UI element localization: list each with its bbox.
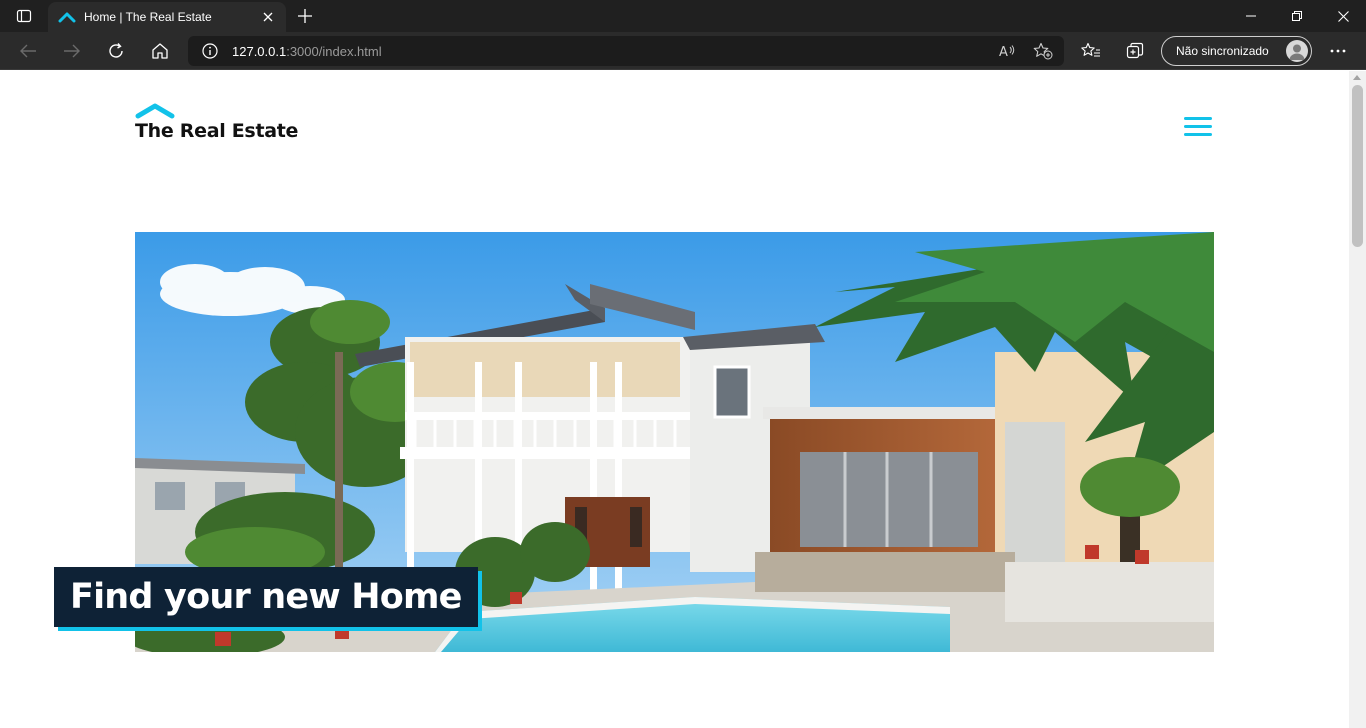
minimize-icon	[1246, 15, 1256, 17]
star-add-icon[interactable]	[1032, 41, 1054, 61]
arrow-left-icon	[20, 44, 36, 58]
refresh-icon	[109, 43, 123, 58]
url-host: 127.0.0.1	[232, 43, 287, 59]
favorites-button[interactable]	[1075, 35, 1107, 67]
forward-button[interactable]	[56, 35, 88, 67]
restore-button[interactable]	[1274, 0, 1320, 32]
hamburger-line	[1184, 116, 1212, 120]
home-button[interactable]	[144, 35, 176, 67]
site-logo[interactable]: The Real Estate	[135, 103, 298, 142]
browser-tab-active[interactable]: Home | The Real Estate	[48, 2, 286, 32]
refresh-button[interactable]	[100, 35, 132, 67]
tab-title: Home | The Real Estate	[84, 10, 212, 24]
avatar	[1286, 40, 1308, 62]
scroll-up-arrow[interactable]	[1353, 75, 1361, 80]
close-window-button[interactable]	[1320, 0, 1366, 32]
hamburger-menu-button[interactable]	[1184, 115, 1212, 137]
plus-icon	[298, 9, 312, 23]
profile-status: Não sincronizado	[1176, 44, 1269, 58]
favorites-icon	[1081, 42, 1100, 57]
collections-button[interactable]	[1119, 35, 1151, 67]
close-icon[interactable]	[260, 9, 276, 25]
hamburger-line	[1184, 124, 1212, 128]
browser-titlebar: Home | The Real Estate	[0, 0, 1366, 32]
roof-logo-icon	[135, 103, 175, 119]
tab-actions-icon[interactable]	[8, 4, 40, 28]
info-icon[interactable]	[200, 41, 220, 61]
collections-icon	[1126, 42, 1144, 59]
hero-headline-box: Find your new Home	[54, 567, 478, 627]
page-scrollbar[interactable]	[1349, 71, 1366, 728]
profile-button[interactable]: Não sincronizado	[1161, 36, 1312, 66]
hamburger-line	[1184, 132, 1212, 136]
restore-icon	[1292, 11, 1302, 21]
read-aloud-icon[interactable]: A	[996, 41, 1018, 61]
brand-name: The Real Estate	[135, 120, 299, 142]
home-icon	[152, 43, 168, 59]
url-path: :3000/index.html	[286, 43, 382, 59]
hero-headline: Find your new Home	[70, 577, 462, 617]
minimize-button[interactable]	[1228, 0, 1274, 32]
new-tab-button[interactable]	[292, 4, 318, 28]
settings-menu-button[interactable]	[1322, 35, 1354, 67]
close-icon	[1337, 10, 1349, 22]
page-viewport: The Real Estate Find your new Home	[0, 71, 1349, 728]
more-icon	[1330, 49, 1346, 53]
back-button[interactable]	[12, 35, 44, 67]
arrow-right-icon	[64, 44, 80, 58]
address-bar[interactable]: 127.0.0.1:3000/index.html A	[188, 36, 1064, 66]
svg-text:A: A	[999, 45, 1008, 59]
scrollbar-thumb[interactable]	[1352, 85, 1363, 247]
roof-icon	[58, 8, 76, 26]
browser-toolbar: 127.0.0.1:3000/index.html A Não sincroni…	[0, 32, 1366, 70]
url-text[interactable]: 127.0.0.1:3000/index.html	[232, 44, 382, 59]
